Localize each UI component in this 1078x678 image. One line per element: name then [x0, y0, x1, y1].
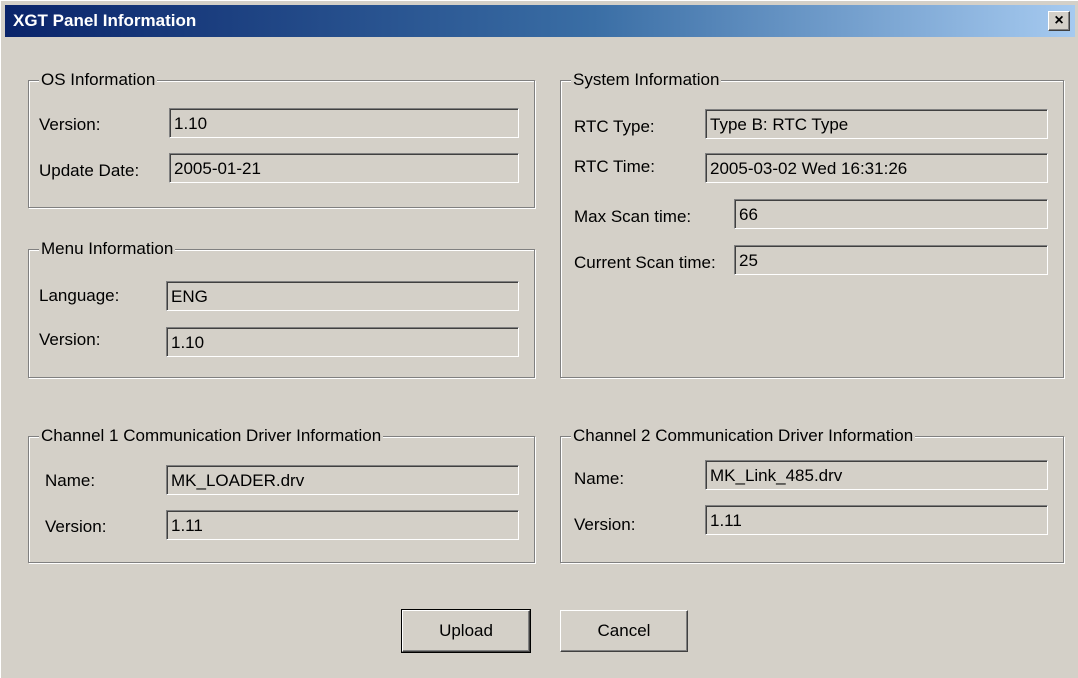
window-title: XGT Panel Information — [13, 11, 197, 30]
os-information-group: OS Information Version: 1.10 Update Date… — [28, 70, 535, 208]
channel2-driver-legend: Channel 2 Communication Driver Informati… — [571, 426, 916, 446]
current-scan-time-label: Current Scan time: — [574, 253, 716, 272]
menu-version-label: Version: — [39, 330, 101, 349]
channel2-version-field[interactable]: 1.11 — [705, 505, 1048, 535]
system-information-group: System Information RTC Type: Type B: RTC… — [560, 70, 1064, 378]
channel1-version-field[interactable]: 1.11 — [166, 510, 519, 540]
channel2-version-label: Version: — [574, 515, 636, 534]
channel1-driver-group: Channel 1 Communication Driver Informati… — [28, 426, 535, 563]
rtc-type-label: RTC Type: — [574, 117, 655, 136]
upload-button[interactable]: Upload — [401, 609, 531, 653]
max-scan-time-field[interactable]: 66 — [734, 199, 1048, 229]
channel1-driver-legend: Channel 1 Communication Driver Informati… — [39, 426, 384, 446]
channel1-name-field[interactable]: MK_LOADER.drv — [166, 465, 519, 495]
language-field[interactable]: ENG — [166, 281, 519, 311]
rtc-type-field[interactable]: Type B: RTC Type — [705, 109, 1048, 139]
channel1-name-label: Name: — [45, 471, 96, 490]
os-version-label: Version: — [39, 115, 101, 134]
menu-version-field[interactable]: 1.10 — [166, 327, 519, 357]
os-information-legend: OS Information — [39, 70, 158, 90]
cancel-button[interactable]: Cancel — [560, 610, 688, 652]
system-information-legend: System Information — [571, 70, 722, 90]
channel1-version-label: Version: — [45, 517, 107, 536]
rtc-time-label: RTC Time: — [574, 157, 655, 176]
language-label: Language: — [39, 286, 120, 305]
menu-information-legend: Menu Information — [39, 239, 176, 259]
title-bar[interactable]: XGT Panel Information × — [5, 5, 1075, 37]
channel2-name-field[interactable]: MK_Link_485.drv — [705, 460, 1048, 490]
menu-information-group: Menu Information Language: ENG Version: … — [28, 239, 535, 378]
close-icon: × — [1054, 12, 1064, 29]
rtc-time-field[interactable]: 2005-03-02 Wed 16:31:26 — [705, 153, 1048, 183]
current-scan-time-field[interactable]: 25 — [734, 245, 1048, 275]
update-date-label: Update Date: — [39, 161, 140, 180]
channel2-driver-group: Channel 2 Communication Driver Informati… — [560, 426, 1064, 563]
channel2-name-label: Name: — [574, 469, 625, 488]
os-version-field[interactable]: 1.10 — [169, 108, 519, 138]
dialog-window: XGT Panel Information × OS Information V… — [0, 0, 1078, 678]
max-scan-time-label: Max Scan time: — [574, 207, 692, 226]
close-button[interactable]: × — [1048, 11, 1070, 31]
update-date-field[interactable]: 2005-01-21 — [169, 153, 519, 183]
